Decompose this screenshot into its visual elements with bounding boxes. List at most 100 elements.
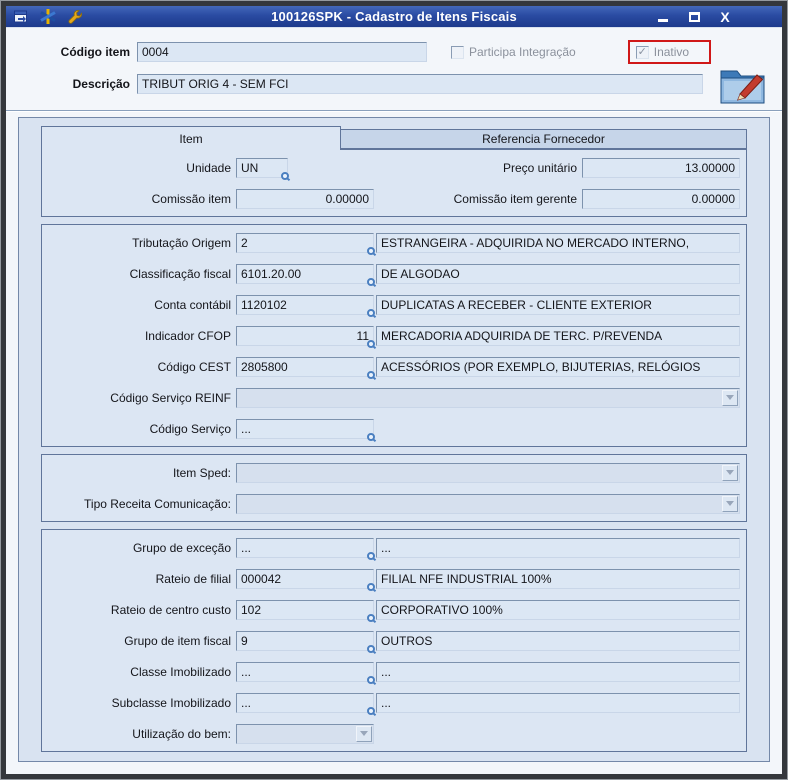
main-area: Item Referencia Fornecedor Unidade UN Pr… <box>6 112 782 774</box>
chevron-down-icon <box>360 731 368 736</box>
lookup-icon[interactable] <box>367 308 375 317</box>
descricao-field[interactable]: TRIBUT ORIG 4 - SEM FCI <box>137 74 703 94</box>
item-sped-row: Item Sped: <box>48 462 740 483</box>
rateio-centro-custo-label: Rateio de centro custo <box>110 602 231 617</box>
window-controls: X <box>654 9 734 25</box>
tributacao-origem-code-field[interactable]: 2 <box>236 232 375 255</box>
tipo-receita-select[interactable] <box>236 493 740 514</box>
unidade-field[interactable]: UN <box>236 157 289 180</box>
subclasse-imobilizado-code-field[interactable]: ... <box>236 692 375 715</box>
system-menu-icon[interactable] <box>12 8 30 25</box>
lookup-icon[interactable] <box>367 675 375 684</box>
maximize-button[interactable] <box>685 9 703 25</box>
tipo-receita-row: Tipo Receita Comunicação: <box>48 493 740 514</box>
classificacao-fiscal-code-field[interactable]: 6101.20.00 <box>236 263 375 286</box>
header-section: Código item 0004 Participa Integração ✓ … <box>6 28 782 110</box>
codigo-cest-code-field[interactable]: 2805800 <box>236 356 375 379</box>
conta-contabil-code-field[interactable]: 1120102 <box>236 294 375 317</box>
group-sped: Item Sped: Tipo Receita Comunicação: <box>41 454 747 522</box>
codigo-servico-code-field[interactable]: ... <box>236 418 375 441</box>
codigo-servico-label: Código Serviço <box>149 421 231 436</box>
tributacao-origem-desc-field: ESTRANGEIRA - ADQUIRIDA NO MERCADO INTER… <box>376 232 740 253</box>
preco-unitario-field[interactable]: 13.00000 <box>582 157 740 178</box>
utilizacao-bem-select[interactable] <box>236 723 374 744</box>
dropdown-button[interactable] <box>722 464 738 481</box>
codigo-servico-reinf-select[interactable] <box>236 387 740 408</box>
lookup-icon[interactable] <box>367 582 375 591</box>
lookup-icon[interactable] <box>367 551 375 560</box>
codigo-servico-reinf-label: Código Serviço REINF <box>110 390 231 405</box>
lookup-icon[interactable] <box>367 370 375 379</box>
unidade-row: Unidade UN Preço unitário 13.00000 <box>48 157 740 180</box>
comissao-item-field[interactable]: 0.00000 <box>236 188 374 209</box>
grupo-item-fiscal-code-field[interactable]: 9 <box>236 630 375 653</box>
tabstrip: Item Referencia Fornecedor <box>41 126 747 150</box>
codigo-cest-desc-field: ACESSÓRIOS (POR EXEMPLO, BIJUTERIAS, REL… <box>376 356 740 377</box>
rateio-filial-code-field[interactable]: 000042 <box>236 568 375 591</box>
comissao-item-label: Comissão item <box>151 191 231 206</box>
indicador-cfop-code-field[interactable]: 11 <box>236 325 375 348</box>
lookup-icon[interactable] <box>367 613 375 622</box>
codigo-item-field[interactable]: 0004 <box>137 42 427 62</box>
classe-imobilizado-desc-field: ... <box>376 661 740 682</box>
titlebar[interactable]: 100126SPK - Cadastro de Itens Fiscais X <box>6 6 782 28</box>
descricao-row: Descrição TRIBUT ORIG 4 - SEM FCI <box>26 72 782 96</box>
preco-unitario-label: Preço unitário <box>502 160 577 175</box>
red-highlight-annotation: ✓ Inativo <box>627 40 712 64</box>
folder-icon[interactable] <box>718 62 768 108</box>
participa-integracao-checkbox[interactable]: Participa Integração <box>451 45 576 59</box>
group-rateios: Grupo de exceção ... ... Rateio de filia… <box>41 529 747 752</box>
wrench-icon[interactable] <box>66 8 84 25</box>
conta-contabil-row: Conta contábil 1120102 DUPLICATAS A RECE… <box>48 294 740 317</box>
utilizacao-bem-label: Utilização do bem: <box>132 726 231 741</box>
lookup-icon[interactable] <box>367 277 375 286</box>
window-content: Código item 0004 Participa Integração ✓ … <box>6 28 782 774</box>
minimize-button[interactable] <box>654 9 672 25</box>
grupo-item-fiscal-desc-field: OUTROS <box>376 630 740 651</box>
lookup-icon[interactable] <box>367 432 375 441</box>
titlebar-icons <box>12 8 84 25</box>
rateio-filial-desc-field: FILIAL NFE INDUSTRIAL 100% <box>376 568 740 589</box>
dropdown-button[interactable] <box>722 495 738 512</box>
close-icon: X <box>720 8 730 25</box>
maximize-icon <box>688 11 700 22</box>
subclasse-imobilizado-desc-field: ... <box>376 692 740 713</box>
grupo-excecao-row: Grupo de exceção ... ... <box>48 537 740 560</box>
indicador-cfop-label: Indicador CFOP <box>144 328 231 343</box>
codigo-cest-label: Código CEST <box>157 359 231 374</box>
lookup-icon[interactable] <box>367 339 375 348</box>
comissao-gerente-field[interactable]: 0.00000 <box>582 188 740 209</box>
rateio-filial-label: Rateio de filial <box>155 571 231 586</box>
tributacao-origem-label: Tributação Origem <box>132 235 231 250</box>
lookup-icon[interactable] <box>367 644 375 653</box>
inativo-checkbox[interactable]: ✓ Inativo <box>635 45 689 59</box>
rateio-centro-custo-code-field[interactable]: 102 <box>236 599 375 622</box>
classe-imobilizado-code-field[interactable]: ... <box>236 661 375 684</box>
close-button[interactable]: X <box>716 9 734 25</box>
tab-referencia-fornecedor[interactable]: Referencia Fornecedor <box>340 129 747 149</box>
protheus-star-icon[interactable] <box>39 8 57 25</box>
lookup-icon[interactable] <box>281 171 289 180</box>
rateio-centro-custo-desc-field: CORPORATIVO 100% <box>376 599 740 620</box>
rateio-centro-custo-row: Rateio de centro custo 102 CORPORATIVO 1… <box>48 599 740 622</box>
indicador-cfop-row: Indicador CFOP 11 MERCADORIA ADQUIRIDA D… <box>48 325 740 348</box>
classificacao-fiscal-row: Classificação fiscal 6101.20.00 DE ALGOD… <box>48 263 740 286</box>
classificacao-fiscal-desc-field: DE ALGODAO <box>376 263 740 284</box>
dropdown-button[interactable] <box>722 389 738 406</box>
item-sped-select[interactable] <box>236 462 740 483</box>
lookup-icon[interactable] <box>367 706 375 715</box>
lookup-icon[interactable] <box>367 246 375 255</box>
chevron-down-icon <box>726 395 734 400</box>
codigo-servico-reinf-row: Código Serviço REINF <box>48 387 740 408</box>
comissao-gerente-label: Comissão item gerente <box>453 191 577 206</box>
grupo-excecao-code-field[interactable]: ... <box>236 537 375 560</box>
comissao-row: Comissão item 0.00000 Comissão item gere… <box>48 188 740 209</box>
classificacao-fiscal-label: Classificação fiscal <box>129 266 231 281</box>
classe-imobilizado-row: Classe Imobilizado ... ... <box>48 661 740 684</box>
classe-imobilizado-label: Classe Imobilizado <box>130 664 231 679</box>
chevron-down-icon <box>726 470 734 475</box>
grupo-excecao-label: Grupo de exceção <box>132 540 231 555</box>
dropdown-button[interactable] <box>356 725 372 742</box>
tab-item[interactable]: Item <box>41 126 341 150</box>
window-frame: 100126SPK - Cadastro de Itens Fiscais X … <box>1 1 787 779</box>
